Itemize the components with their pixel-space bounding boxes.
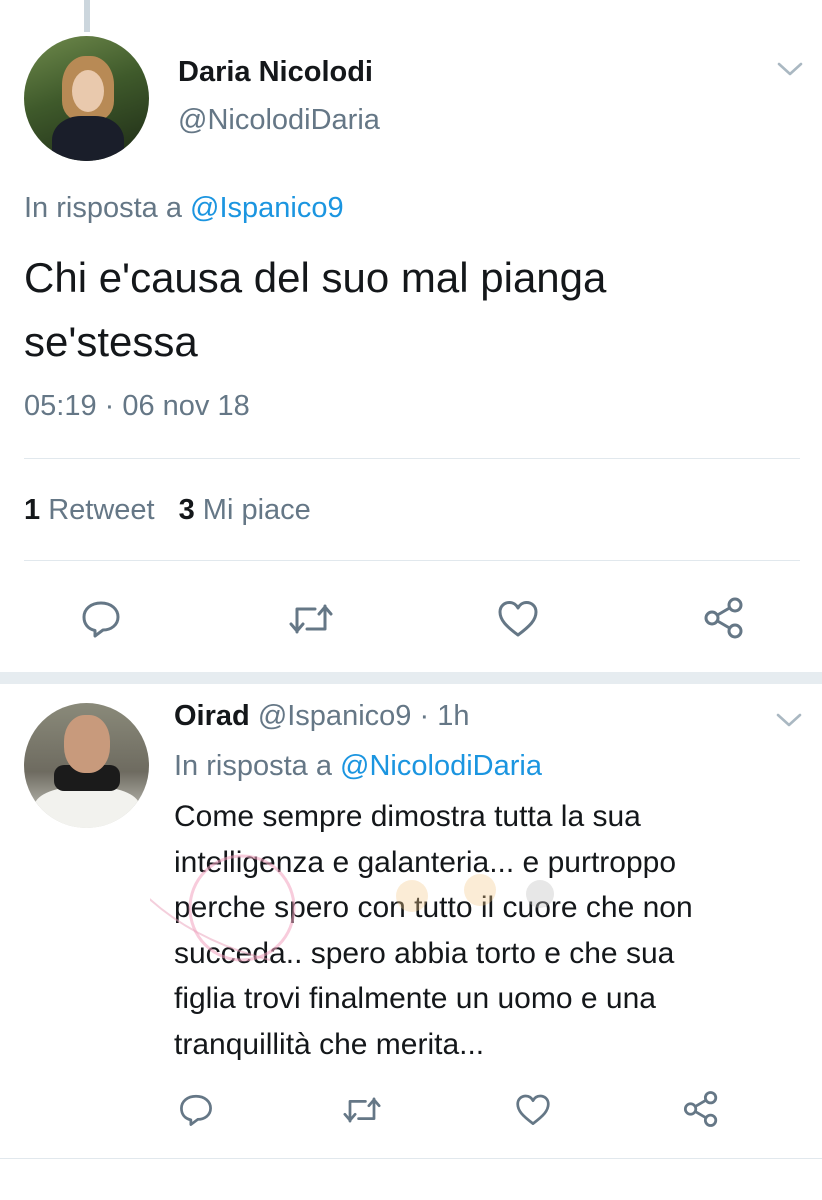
- heart-icon: [498, 601, 538, 637]
- chevron-down-icon[interactable]: [777, 61, 803, 77]
- tweet-text-line: Come sempre dimostra tutta la sua: [174, 800, 641, 833]
- tweet-text: Chi e'causa del suo mal pianga se'stessa: [24, 246, 784, 374]
- author-name[interactable]: Oirad: [174, 700, 250, 732]
- reply-context: In risposta a @Ispanico9: [24, 192, 344, 225]
- avatar[interactable]: [24, 36, 149, 161]
- reply-icon: [180, 1094, 212, 1126]
- retweet-button[interactable]: [286, 596, 336, 642]
- mention-link[interactable]: @NicolodiDaria: [340, 750, 542, 782]
- avatar[interactable]: [24, 703, 149, 828]
- tweet-timestamp[interactable]: 05:19 · 06 nov 18: [24, 390, 250, 423]
- divider: [24, 458, 800, 459]
- author-name[interactable]: Daria Nicolodi: [178, 56, 373, 89]
- tweet-text-line: succeda.. spero abbia torto e che sua: [174, 936, 675, 970]
- share-icon: [683, 1091, 718, 1127]
- share-button[interactable]: [680, 1088, 722, 1130]
- tweet-text-line: se'stessa: [24, 318, 198, 365]
- divider: [24, 560, 800, 561]
- tweet-text-line: intelligenza e galanteria... e purtroppo: [174, 845, 677, 879]
- reply-context: In risposta a @NicolodiDaria: [174, 750, 542, 783]
- author-handle[interactable]: @Ispanico9: [258, 700, 412, 732]
- retweet-label: Retweet: [48, 494, 155, 526]
- tweet-text-line: figlia trovi finalmente un uomo e una: [174, 982, 656, 1015]
- tweet-stats: 1 Retweet 3 Mi piace: [24, 494, 311, 527]
- like-stat[interactable]: 3 Mi piace: [179, 494, 311, 526]
- reply-header: Oirad @Ispanico9 · 1h: [174, 700, 469, 733]
- reply-prefix: In risposta a: [174, 750, 332, 782]
- retweet-icon: [289, 604, 333, 634]
- like-count: 3: [178, 494, 195, 526]
- author-handle[interactable]: @NicolodiDaria: [178, 104, 380, 137]
- tweet-text-line: perche spero con tutto il cuore che non: [174, 891, 693, 924]
- separator-dot: ·: [419, 700, 430, 732]
- retweet-icon: [343, 1097, 381, 1123]
- time-ago[interactable]: 1h: [437, 700, 469, 732]
- retweet-button[interactable]: [340, 1090, 384, 1130]
- mention-link[interactable]: @Ispanico9: [190, 192, 344, 224]
- reply-icon: [82, 601, 120, 638]
- retweet-stat[interactable]: 1 Retweet: [24, 494, 155, 526]
- reply-button[interactable]: [78, 596, 124, 642]
- divider: [0, 1158, 822, 1159]
- tweet-text-line: tranquillità che merita...: [174, 1027, 485, 1061]
- reply-prefix: In risposta a: [24, 192, 182, 224]
- retweet-count: 1: [24, 494, 41, 526]
- share-icon: [704, 597, 743, 639]
- like-button[interactable]: [512, 1090, 554, 1130]
- section-separator: [0, 672, 822, 684]
- heart-icon: [516, 1094, 550, 1125]
- chevron-down-icon[interactable]: [776, 712, 802, 728]
- tweet-text: Come sempre dimostra tutta la sua intell…: [174, 794, 804, 1067]
- thread-connector-line: [84, 0, 90, 32]
- like-label: Mi piace: [202, 494, 311, 526]
- like-button[interactable]: [494, 596, 542, 642]
- reply-button[interactable]: [176, 1090, 216, 1130]
- tweet-text-line: Chi e'causa del suo mal pianga: [24, 254, 607, 301]
- share-button[interactable]: [700, 594, 748, 642]
